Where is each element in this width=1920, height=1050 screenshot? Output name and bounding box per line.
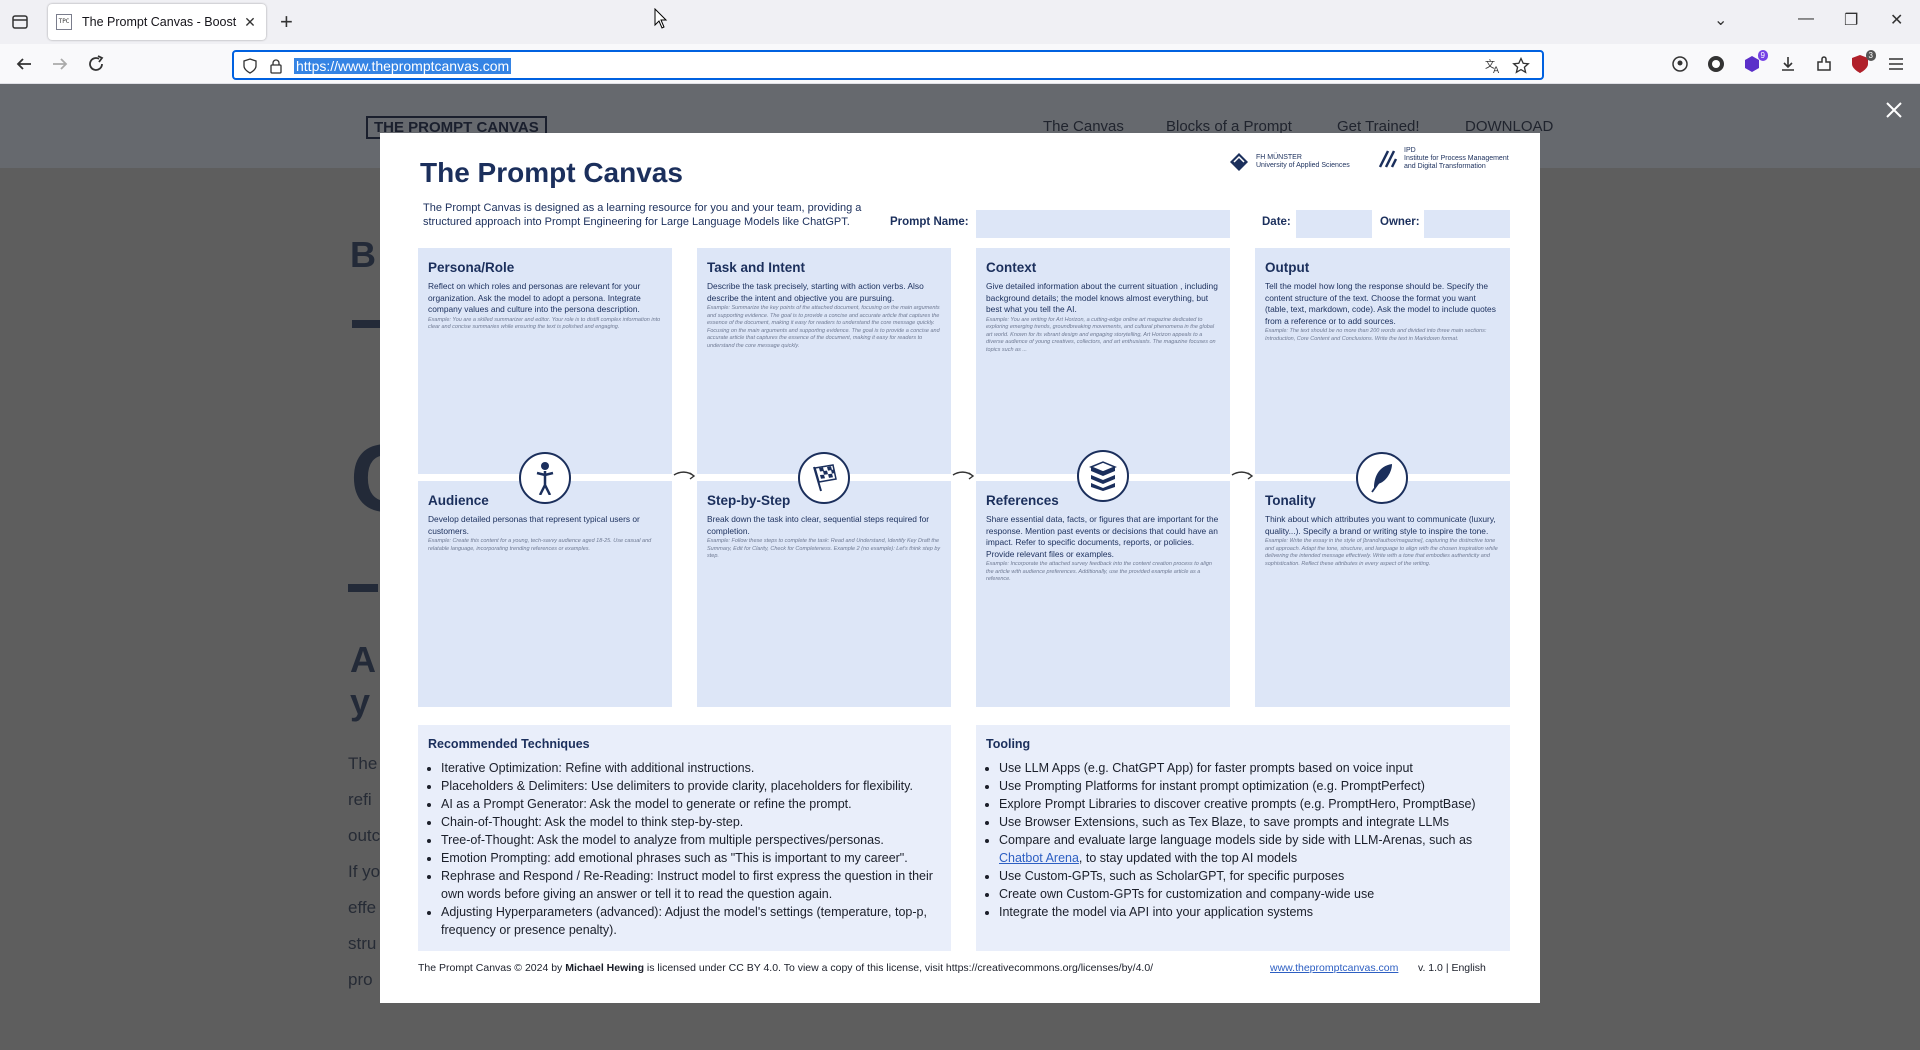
book-stack-icon [1077,450,1129,502]
card-tonality: Tonality Think about which attributes yo… [1255,481,1510,707]
list-item: Adjusting Hyperparameters (advanced): Ad… [441,903,941,939]
close-window-icon[interactable]: ✕ [1890,10,1903,30]
list-item: Emotion Prompting: add emotional phrases… [441,849,941,867]
minimize-icon[interactable]: — [1798,10,1814,28]
mouse-cursor-icon [654,8,668,29]
list-item: Use Browser Extensions, such as Tex Blaz… [999,813,1500,831]
tab-overflow-chevron-icon[interactable]: ⌄ [1714,10,1727,30]
list-item: Create own Custom-GPTs for customization… [999,885,1500,903]
date-field [1296,210,1372,238]
author-name: Michael Hewing [565,962,644,974]
list-item: Use Prompting Platforms for instant prom… [999,777,1500,795]
lock-icon[interactable] [268,58,284,74]
canvas-intro: The Prompt Canvas is designed as a learn… [423,202,862,228]
bg-heading-fragment-y: y [350,681,371,722]
flow-arrow-icon [952,471,975,480]
tracking-shield-icon[interactable] [242,58,258,74]
prompt-name-label: Prompt Name: [890,216,969,228]
owner-label: Owner: [1380,216,1420,228]
list-item: Rephrase and Respond / Re-Reading: Instr… [441,867,941,903]
tab-title: The Prompt Canvas - Boost you [82,15,238,29]
ipd-logo-icon [1378,150,1398,168]
list-item: Integrate the model via API into your ap… [999,903,1500,921]
list-item: Placeholders & Delimiters: Use delimiter… [441,777,941,795]
list-item: Tree-of-Thought: Ask the model to analyz… [441,831,941,849]
flow-arrow-icon [1231,471,1254,480]
list-all-tabs-icon[interactable] [10,12,30,32]
extensions-puzzle-icon[interactable] [1814,54,1834,74]
extension-badge-9[interactable]: 9 [1742,50,1768,74]
checkered-flag-icon [798,452,850,504]
persona-figure-icon [519,452,571,504]
list-item: AI as a Prompt Generator: Ask the model … [441,795,941,813]
site-favicon-icon: TPC [56,14,72,30]
card-task-intent: Task and Intent Describe the task precis… [697,248,951,474]
date-label: Date: [1262,216,1291,228]
navigation-toolbar: https://www.thepromptcanvas.com 文 A 9 3 [0,44,1920,84]
downloads-icon[interactable] [1778,54,1798,74]
list-item: Iterative Optimization: Refine with addi… [441,759,941,777]
card-context: Context Give detailed information about … [976,248,1230,474]
website-link[interactable]: www.thepromptcanvas.com [1270,962,1398,974]
bg-paragraph-fragment: The refi outc If yo effe stru pro [348,754,381,989]
card-step-by-step: Step-by-Step Break down the task into cl… [697,481,951,707]
list-item: Explore Prompt Libraries to discover cre… [999,795,1500,813]
canvas-title: The Prompt Canvas [420,157,683,188]
bg-underline [352,320,382,328]
ipd-logo: IPD Institute for Process Management and… [1378,147,1509,171]
techniques-list: Iterative Optimization: Refine with addi… [428,759,941,939]
tab-bar: TPC The Prompt Canvas - Boost you ✕ + ⌄ … [0,0,1920,44]
restore-icon[interactable]: ❐ [1844,10,1858,30]
owner-field [1424,210,1510,238]
list-item: Chain-of-Thought: Ask the model to think… [441,813,941,831]
quill-feather-icon [1356,452,1408,504]
bg-heading-fragment-b: B [350,234,376,275]
list-item: Use Custom-GPTs, such as ScholarGPT, for… [999,867,1500,885]
techniques-title: Recommended Techniques [428,737,590,751]
fh-muenster-logo-icon [1230,153,1248,171]
browser-tab[interactable]: TPC The Prompt Canvas - Boost you ✕ [48,4,266,40]
account-icon[interactable] [1670,54,1690,74]
chatbot-arena-link[interactable]: Chatbot Arena [999,851,1079,865]
extension-badge-count: 9 [1757,50,1768,61]
flow-arrow-icon [673,471,696,480]
close-tab-icon[interactable]: ✕ [242,14,258,31]
bookmark-star-icon[interactable] [1512,57,1530,75]
svg-text:A: A [1493,66,1500,75]
ublock-extension[interactable]: 3 [1850,50,1876,74]
tooling-section: Tooling Use LLM Apps (e.g. ChatGPT App) … [976,725,1510,951]
prompt-canvas-image[interactable]: The Prompt Canvas The Prompt Canvas is d… [380,133,1540,1003]
tooling-list: Use LLM Apps (e.g. ChatGPT App) for fast… [986,759,1500,921]
forward-icon[interactable] [48,52,72,76]
version-label: v. 1.0 | English [1418,962,1486,974]
fh-muenster-logo: FH MÜNSTER University of Applied Science… [1228,151,1350,173]
translate-icon[interactable]: 文 A [1484,57,1502,75]
reload-icon[interactable] [84,52,108,76]
bg-underline-2 [348,584,378,592]
ublock-badge-count: 3 [1865,50,1876,61]
bg-heading-fragment-a: A [350,639,376,680]
card-references: References Share essential data, facts, … [976,481,1230,707]
recommended-techniques-section: Recommended Techniques Iterative Optimiz… [418,725,951,951]
card-audience: Audience Develop detailed personas that … [418,481,672,707]
card-output: Output Tell the model how long the respo… [1255,248,1510,474]
privacy-extension-icon[interactable] [1706,54,1726,74]
list-item: Compare and evaluate large language mode… [999,831,1500,867]
tooling-title: Tooling [986,737,1031,751]
address-bar[interactable]: https://www.thepromptcanvas.com 文 A [232,50,1544,80]
canvas-footer: The Prompt Canvas © 2024 by Michael Hewi… [418,962,1486,974]
list-item: Use LLM Apps (e.g. ChatGPT App) for fast… [999,759,1500,777]
app-menu-icon[interactable] [1886,54,1906,74]
new-tab-icon[interactable]: + [280,10,293,34]
close-lightbox-icon[interactable] [1884,100,1904,120]
url-text[interactable]: https://www.thepromptcanvas.com [294,58,512,74]
card-persona-role: Persona/Role Reflect on which roles and … [418,248,672,474]
prompt-name-field [976,210,1230,238]
back-icon[interactable] [12,52,36,76]
